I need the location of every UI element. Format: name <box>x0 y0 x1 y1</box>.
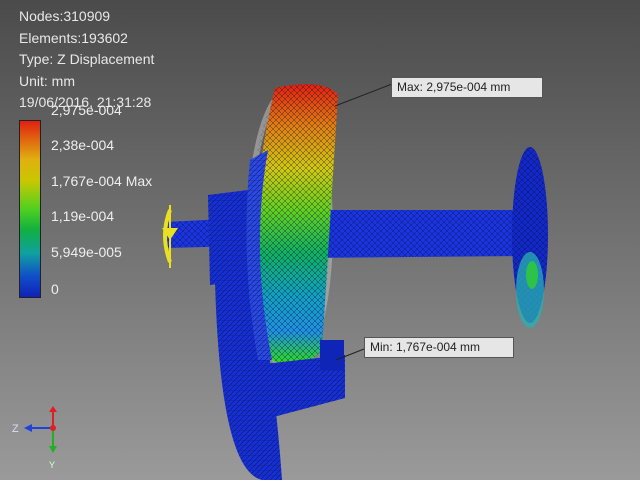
max-callout-text: Max: 2,975e-004 mm <box>397 80 511 94</box>
end-disk <box>512 147 548 328</box>
max-leader-line <box>334 83 393 107</box>
view-triad[interactable]: Z Y <box>12 406 57 470</box>
hub <box>208 190 250 285</box>
triad-y-label: Y <box>49 460 55 470</box>
min-callout-text: Min: 1,767e-004 mm <box>370 340 481 354</box>
max-callout: Max: 2,975e-004 mm <box>391 77 543 98</box>
fea-model-viewport[interactable]: Z Y <box>0 0 640 480</box>
triad-z-label: Z <box>12 423 19 435</box>
min-callout: Min: 1,767e-004 mm <box>364 337 514 358</box>
